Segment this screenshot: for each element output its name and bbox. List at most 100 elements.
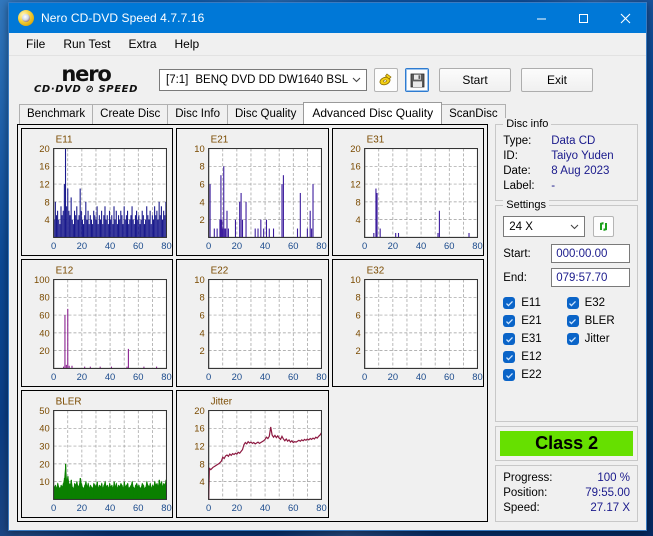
status-row-speed: Speed: 27.17 X <box>503 501 630 516</box>
check-icon <box>566 297 579 309</box>
checkbox-label-e12: E12 <box>521 351 542 363</box>
error-type-checkboxes: E11 E32 E21 BLER E31 Jitter E12 E22 <box>503 297 630 381</box>
exit-button[interactable]: Exit <box>521 68 593 92</box>
end-input[interactable]: 079:57.70 <box>551 268 630 287</box>
check-icon <box>503 333 516 345</box>
svg-text:30: 30 <box>39 442 49 452</box>
speed-select[interactable]: 24 X <box>503 216 586 237</box>
svg-text:20: 20 <box>39 144 49 154</box>
chart-svg: Jitter 4 8 12 16 20 0 20 40 60 80 <box>177 391 328 517</box>
checkbox-label-e11: E11 <box>521 297 541 309</box>
check-icon <box>503 297 516 309</box>
svg-text:50: 50 <box>39 406 49 416</box>
chart-svg: E12 20 40 60 80 100 0 20 40 60 80 <box>22 260 173 386</box>
svg-text:16: 16 <box>39 162 49 172</box>
svg-text:8: 8 <box>355 197 360 207</box>
svg-text:6: 6 <box>200 180 205 190</box>
chart-title: E22 <box>211 266 229 277</box>
svg-text:60: 60 <box>39 311 49 321</box>
chart-e22: E22 2 4 6 8 10 0 20 40 60 80 <box>176 259 329 387</box>
svg-text:16: 16 <box>350 162 360 172</box>
svg-text:100: 100 <box>34 275 50 285</box>
tab-advanced-disc-quality[interactable]: Advanced Disc Quality <box>303 102 443 124</box>
maximize-button[interactable] <box>562 3 604 33</box>
drive-id: [7:1] <box>166 74 189 86</box>
svg-text:60: 60 <box>444 372 454 382</box>
tab-disc-info[interactable]: Disc Info <box>167 104 228 124</box>
svg-text:20: 20 <box>232 241 242 251</box>
svg-text:80: 80 <box>161 241 171 251</box>
svg-text:8: 8 <box>200 162 205 172</box>
position-label: Position: <box>503 487 548 499</box>
chart-jitter: Jitter 4 8 12 16 20 0 20 40 60 80 <box>176 390 329 518</box>
svg-text:80: 80 <box>317 241 327 251</box>
menu-bar: File Run Test Extra Help <box>9 33 646 56</box>
svg-text:60: 60 <box>288 241 298 251</box>
svg-text:6: 6 <box>355 311 360 321</box>
save-button[interactable] <box>405 68 429 92</box>
svg-text:40: 40 <box>105 372 115 382</box>
svg-text:40: 40 <box>260 503 270 513</box>
checkbox-jitter[interactable]: Jitter <box>566 333 630 345</box>
chart-svg: E31 4 8 12 16 20 0 20 40 60 80 <box>332 129 484 255</box>
chart-title: E32 <box>366 266 384 277</box>
tab-create-disc[interactable]: Create Disc <box>92 104 169 124</box>
svg-text:8: 8 <box>200 293 205 303</box>
status-row-position: Position: 79:55.00 <box>503 486 630 501</box>
status-box: Progress: 100 % Position: 79:55.00 Speed: 2… <box>495 465 638 522</box>
svg-text:12: 12 <box>195 442 205 452</box>
start-button[interactable]: Start <box>439 68 511 92</box>
checkbox-e31[interactable]: E31 <box>503 333 566 345</box>
svg-text:2: 2 <box>200 346 205 356</box>
drive-select[interactable]: [7:1] BENQ DVD DD DW1640 BSLB <box>159 69 367 91</box>
toolbar: nero CD·DVD ⊘ SPEED [7:1] BENQ DVD DD DW… <box>9 56 646 104</box>
checkbox-e21[interactable]: E21 <box>503 315 566 327</box>
start-label: Start: <box>503 247 531 260</box>
checkbox-e32[interactable]: E32 <box>566 297 630 309</box>
svg-text:60: 60 <box>444 241 454 251</box>
svg-text:0: 0 <box>51 241 56 251</box>
checkbox-e12[interactable]: E12 <box>503 351 566 363</box>
svg-text:8: 8 <box>44 197 49 207</box>
checkbox-label-jitter: Jitter <box>584 333 610 345</box>
svg-text:0: 0 <box>362 372 367 382</box>
svg-text:80: 80 <box>161 372 171 382</box>
chart-e31: E31 4 8 12 16 20 0 20 40 60 80 <box>331 128 485 256</box>
checkbox-e11[interactable]: E11 <box>503 297 566 309</box>
svg-text:8: 8 <box>200 459 205 469</box>
svg-text:12: 12 <box>350 180 360 190</box>
svg-text:80: 80 <box>317 372 327 382</box>
checkbox-e22[interactable]: E22 <box>503 369 566 381</box>
menu-item-help[interactable]: Help <box>166 35 209 53</box>
svg-text:40: 40 <box>416 241 426 251</box>
menu-item-file[interactable]: File <box>17 35 54 53</box>
menu-item-extra[interactable]: Extra <box>119 35 165 53</box>
disc-speed-icon-button[interactable] <box>374 68 398 92</box>
svg-text:60: 60 <box>288 503 298 513</box>
minimize-button[interactable] <box>520 3 562 33</box>
position-value: 79:55.00 <box>585 487 630 499</box>
svg-text:40: 40 <box>105 503 115 513</box>
svg-text:60: 60 <box>133 372 143 382</box>
chart-svg: E11 4 8 12 16 20 0 20 40 60 80 <box>22 129 173 255</box>
tab-scandisc[interactable]: ScanDisc <box>441 104 506 124</box>
close-button[interactable] <box>604 3 646 33</box>
progress-value: 100 % <box>597 472 630 484</box>
svg-text:0: 0 <box>206 372 211 382</box>
menu-item-run-test[interactable]: Run Test <box>54 35 119 53</box>
checkbox-bler[interactable]: BLER <box>566 315 630 327</box>
settings-group: Settings 24 X Start: 000:00.00 End: 079:… <box>495 199 638 422</box>
chart-title: BLER <box>56 397 82 408</box>
svg-text:40: 40 <box>39 328 49 338</box>
refresh-arrows-icon <box>600 222 608 231</box>
tab-benchmark[interactable]: Benchmark <box>19 104 94 124</box>
disc-speed-icon <box>379 73 392 86</box>
refresh-button[interactable] <box>593 216 615 237</box>
side-panel: Disc info Type: Data CD ID: Taiyo Yuden Da… <box>495 118 638 522</box>
tab-disc-quality[interactable]: Disc Quality <box>227 104 305 124</box>
start-input[interactable]: 000:00.00 <box>551 244 630 263</box>
svg-text:0: 0 <box>206 241 211 251</box>
chart-e21: E21 2 4 6 8 10 0 20 40 60 80 <box>176 128 329 256</box>
svg-text:10: 10 <box>195 275 205 285</box>
svg-text:4: 4 <box>200 328 205 338</box>
